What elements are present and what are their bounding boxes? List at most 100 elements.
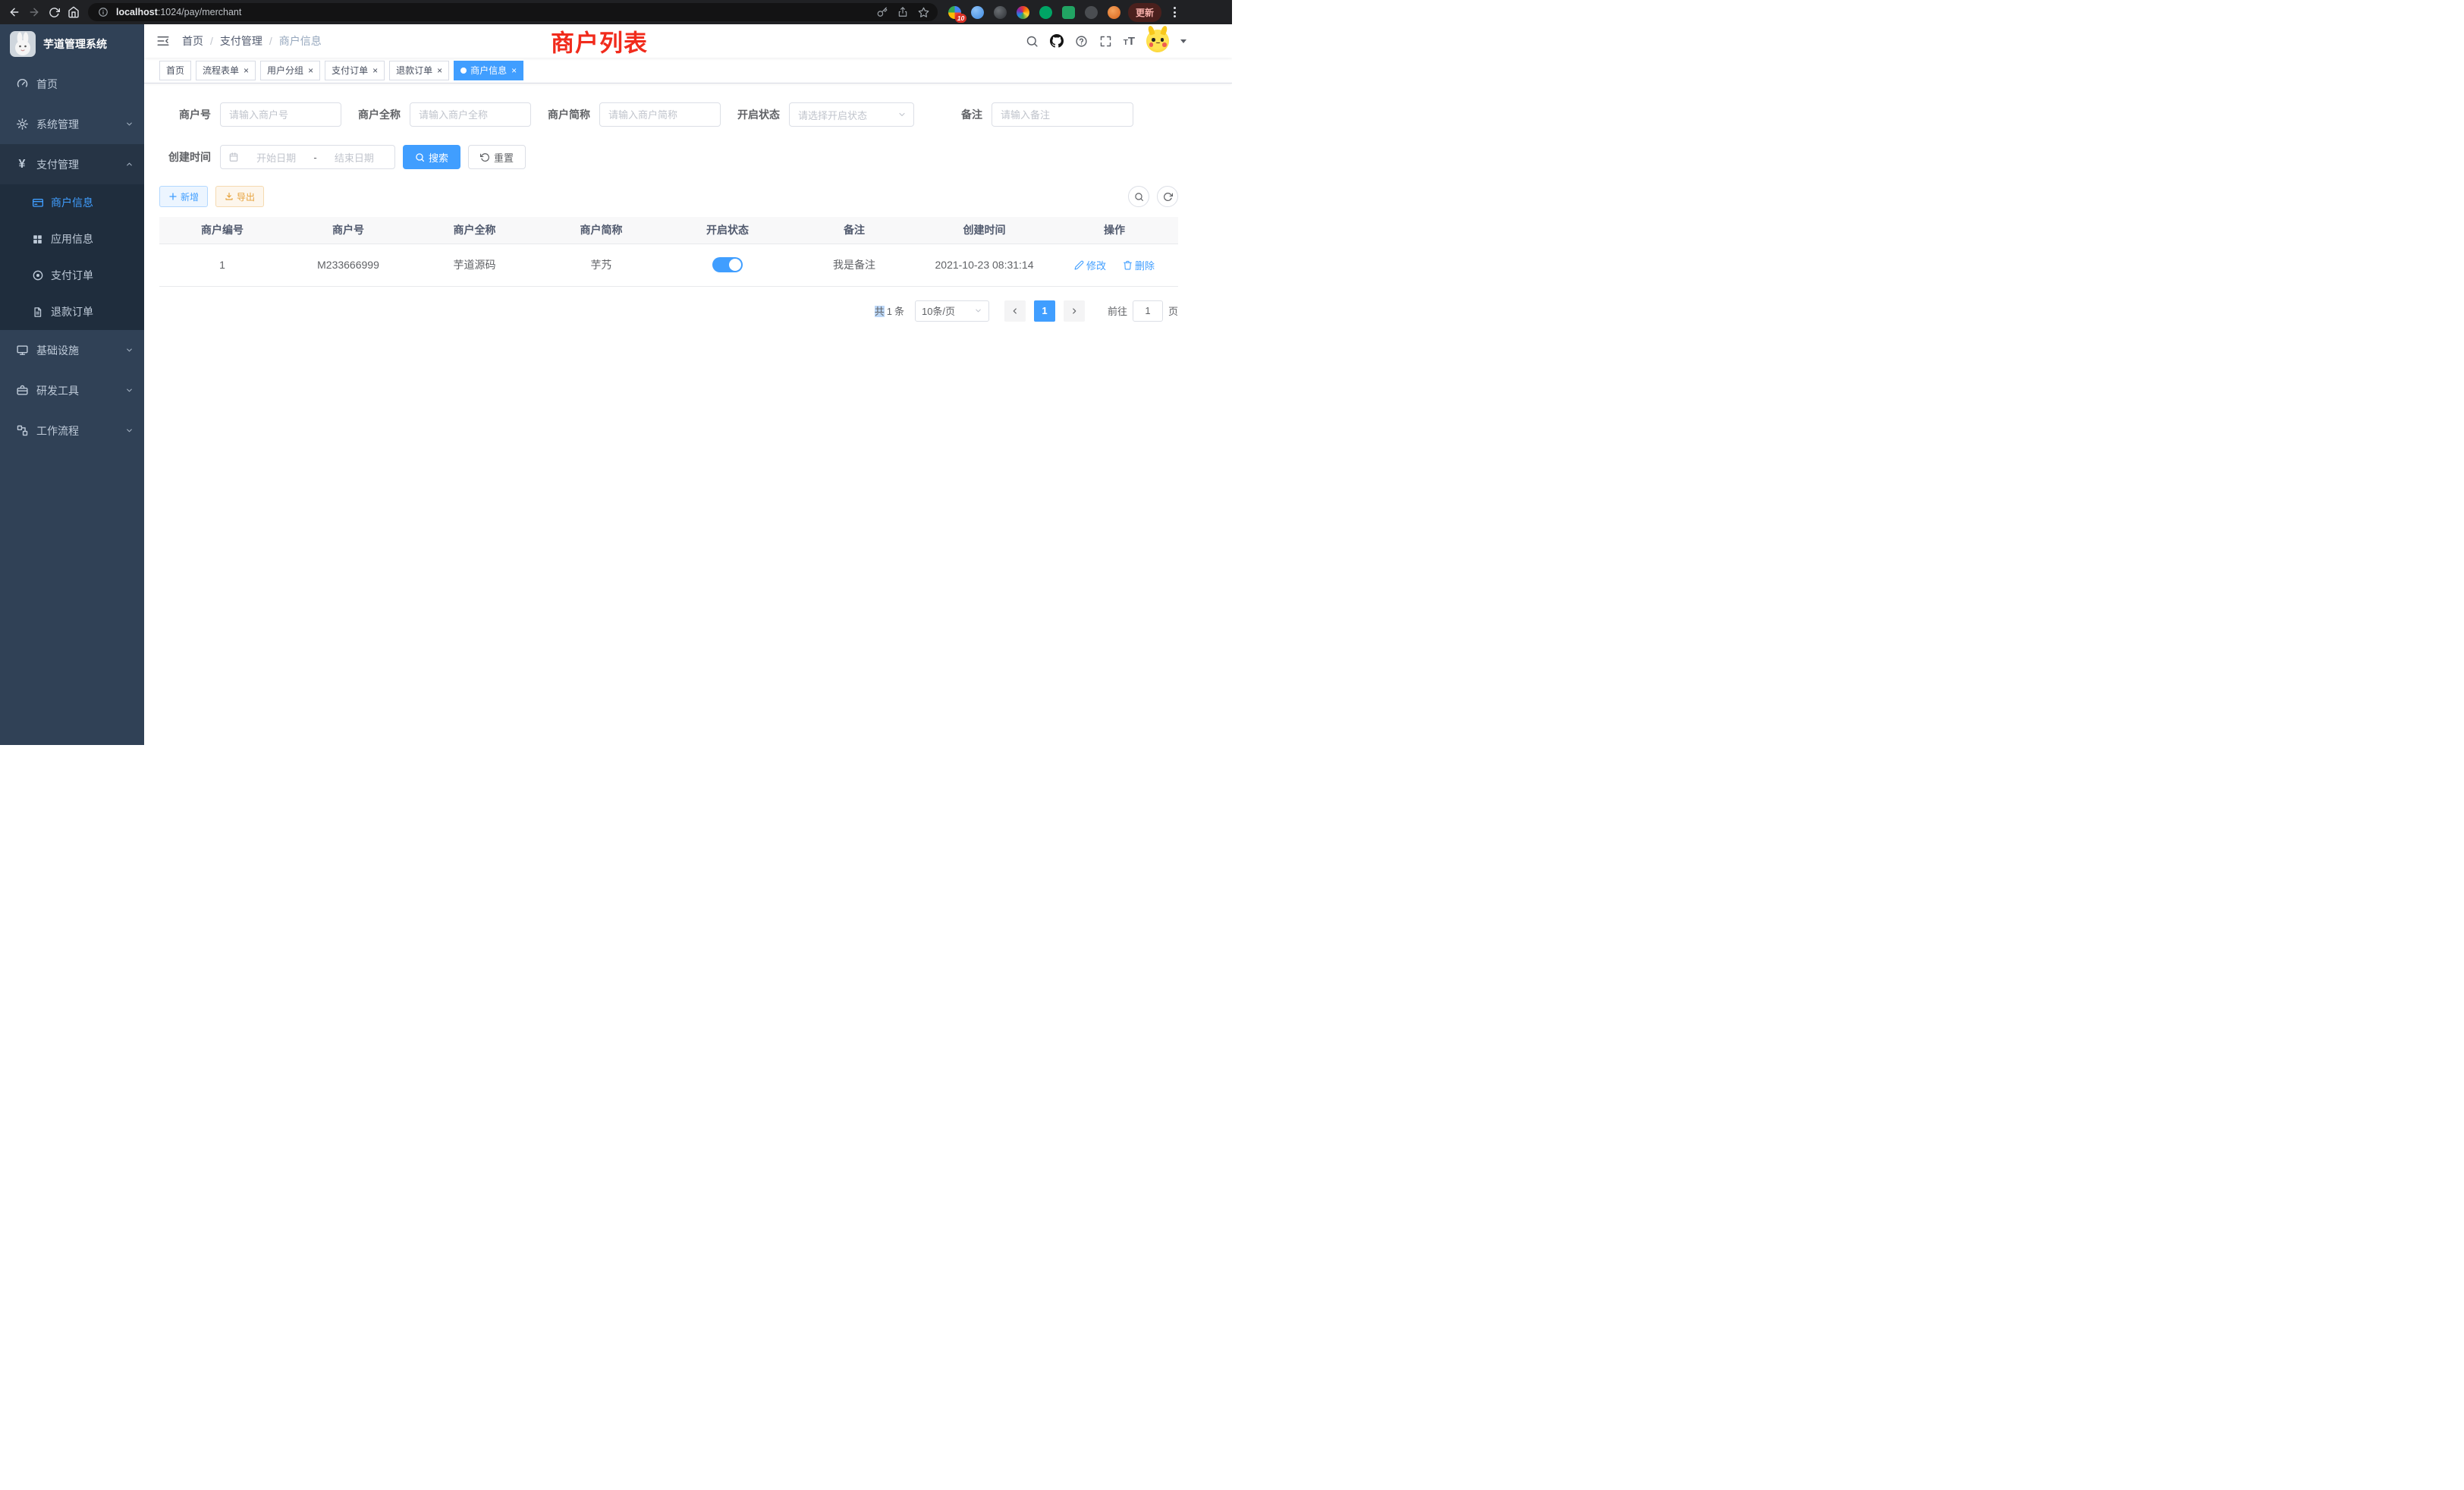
- sidebar-item-refund-order[interactable]: 退款订单: [0, 294, 144, 330]
- reset-button[interactable]: 重置: [468, 145, 526, 169]
- status-select[interactable]: 请选择开启状态: [789, 102, 914, 127]
- chevron-right-icon: [1070, 306, 1079, 316]
- table-header-row: 商户编号 商户号 商户全称 商户简称 开启状态 备注 创建时间 操作: [159, 217, 1178, 244]
- fullscreen-icon[interactable]: [1099, 35, 1112, 48]
- help-icon[interactable]: [1075, 35, 1088, 48]
- tab-close-icon[interactable]: ×: [244, 66, 249, 75]
- tab-close-icon[interactable]: ×: [511, 66, 517, 75]
- extensions-puzzle-icon[interactable]: [1085, 6, 1098, 19]
- tab-refund-order[interactable]: 退款订单 ×: [389, 61, 449, 80]
- back-icon[interactable]: [5, 2, 24, 22]
- next-page-button[interactable]: [1064, 300, 1085, 322]
- sidebar-item-devtools[interactable]: 研发工具: [0, 370, 144, 410]
- cell-create-time: 2021-10-23 08:31:14: [918, 244, 1051, 286]
- filter-merchant-no: 商户号: [159, 102, 341, 127]
- breadcrumb-separator: /: [269, 35, 272, 47]
- extension-icon-4[interactable]: [1017, 6, 1029, 19]
- logo-avatar-image: [10, 31, 36, 57]
- filter-merchant-name: 商户全称: [358, 102, 531, 127]
- filter-remark: 备注: [931, 102, 1133, 127]
- sidebar-toggle-icon[interactable]: [144, 24, 182, 58]
- calendar-icon: [228, 152, 239, 162]
- edit-icon: [1074, 260, 1084, 270]
- sidebar-item-system[interactable]: 系统管理: [0, 104, 144, 144]
- chevron-down-icon: [125, 120, 134, 128]
- github-icon[interactable]: [1050, 34, 1064, 48]
- breadcrumb-home[interactable]: 首页: [182, 33, 203, 49]
- sidebar-item-workflow[interactable]: 工作流程: [0, 410, 144, 451]
- export-button[interactable]: 导出: [215, 186, 264, 207]
- user-avatar[interactable]: [1146, 30, 1169, 52]
- tab-close-icon[interactable]: ×: [308, 66, 313, 75]
- sidebar-menu: 首页 系统管理 ¥ 支付管理: [0, 64, 144, 745]
- table-toolbar: 新增 导出: [159, 186, 1178, 207]
- extension-icon-6[interactable]: [1062, 6, 1075, 19]
- cell-merchant-no: M233666999: [285, 244, 411, 286]
- forward-icon[interactable]: [24, 2, 44, 22]
- add-button[interactable]: 新增: [159, 186, 208, 207]
- status-toggle[interactable]: [712, 257, 743, 272]
- tab-merchant-info[interactable]: 商户信息 ×: [454, 61, 523, 80]
- refresh-table-button[interactable]: [1157, 186, 1178, 207]
- home-icon[interactable]: [64, 2, 83, 22]
- page-1-button[interactable]: 1: [1034, 300, 1055, 322]
- goto-page-input[interactable]: [1133, 300, 1163, 322]
- prev-page-button[interactable]: [1004, 300, 1026, 322]
- page-content: 商户号 商户全称 商户简称 开启状态: [144, 83, 1232, 745]
- tab-close-icon[interactable]: ×: [437, 66, 442, 75]
- app-logo[interactable]: 芋道管理系统: [0, 24, 144, 64]
- chevron-up-icon: [125, 160, 134, 168]
- table-row: 1 M233666999 芋道源码 芋艿 我是备注 2021-10-23 08:…: [159, 244, 1178, 286]
- tab-user-group[interactable]: 用户分组 ×: [260, 61, 320, 80]
- tab-process-form[interactable]: 流程表单 ×: [196, 61, 256, 80]
- remark-input[interactable]: [992, 102, 1133, 127]
- merchant-short-input[interactable]: [599, 102, 721, 127]
- search-icon[interactable]: [1026, 35, 1039, 48]
- breadcrumb-payment[interactable]: 支付管理: [220, 33, 262, 49]
- bookmark-star-icon[interactable]: [916, 7, 932, 18]
- extension-icon-3[interactable]: [994, 6, 1007, 19]
- breadcrumb-current: 商户信息: [279, 33, 322, 49]
- tab-close-icon[interactable]: ×: [372, 66, 378, 75]
- user-menu-caret-icon[interactable]: [1180, 39, 1186, 43]
- toggle-search-button[interactable]: [1128, 186, 1149, 207]
- share-icon[interactable]: [895, 7, 910, 17]
- magnifier-icon: [1134, 192, 1144, 202]
- sidebar-item-merchant-info[interactable]: 商户信息: [0, 184, 144, 221]
- site-info-icon[interactable]: [96, 7, 111, 17]
- font-size-icon[interactable]: TT: [1124, 36, 1135, 47]
- page-size-select[interactable]: 10条/页: [915, 300, 989, 322]
- url-text[interactable]: localhost:1024/pay/merchant: [116, 7, 869, 17]
- password-key-icon[interactable]: [875, 7, 890, 17]
- top-navbar: 首页 / 支付管理 / 商户信息 商户列表: [144, 24, 1232, 58]
- sidebar-item-infrastructure[interactable]: 基础设施: [0, 330, 144, 370]
- sidebar-item-app-info[interactable]: 应用信息: [0, 221, 144, 257]
- start-date-placeholder: 开始日期: [244, 150, 309, 165]
- select-caret-icon: [897, 110, 907, 119]
- merchant-name-input[interactable]: [410, 102, 531, 127]
- date-range-picker[interactable]: 开始日期 - 结束日期: [220, 145, 395, 169]
- search-button[interactable]: 搜索: [403, 145, 460, 169]
- tab-pay-order[interactable]: 支付订单 ×: [325, 61, 385, 80]
- breadcrumb: 首页 / 支付管理 / 商户信息: [182, 33, 322, 49]
- edit-link[interactable]: 修改: [1074, 258, 1106, 272]
- download-icon: [225, 192, 234, 201]
- extension-icon-1[interactable]: 10: [948, 6, 961, 19]
- extension-icon-5[interactable]: [1039, 6, 1052, 19]
- tab-home[interactable]: 首页: [159, 61, 191, 80]
- browser-menu-icon[interactable]: [1168, 4, 1181, 20]
- browser-profile-avatar[interactable]: [1108, 6, 1120, 19]
- sidebar-item-home[interactable]: 首页: [0, 64, 144, 104]
- cell-actions: 修改 删除: [1051, 244, 1178, 286]
- delete-link[interactable]: 删除: [1123, 258, 1155, 272]
- merchant-no-input[interactable]: [220, 102, 341, 127]
- column-header-merchant-no: 商户号: [285, 217, 411, 244]
- sidebar-item-payment[interactable]: ¥ 支付管理: [0, 144, 144, 184]
- address-bar[interactable]: localhost:1024/pay/merchant: [88, 3, 938, 21]
- cell-short-name: 芋艿: [538, 244, 665, 286]
- record-circle-icon: [31, 269, 44, 281]
- extension-icon-2[interactable]: [971, 6, 984, 19]
- browser-update-button[interactable]: 更新: [1128, 3, 1161, 22]
- reload-icon[interactable]: [44, 2, 64, 22]
- sidebar-item-pay-order[interactable]: 支付订单: [0, 257, 144, 294]
